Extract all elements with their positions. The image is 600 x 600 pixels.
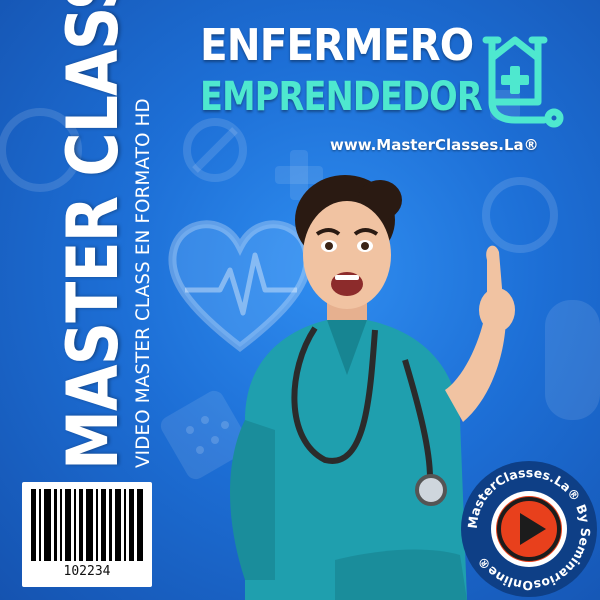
headline-line-2: EMPRENDEDOR — [200, 74, 483, 120]
product-cover: MASTER CLASS VIDEO MASTER CLASS EN FORMA… — [0, 0, 600, 600]
headline: ENFERMERO EMPRENDEDOR — [200, 20, 483, 120]
barcode: 102234 — [22, 482, 152, 587]
masterclasses-play-badge: MasterClasses.La® By SeminariosOnline® — [461, 461, 597, 597]
nurse-house-logo-icon — [482, 36, 564, 128]
website-url: www.MasterClasses.La® — [330, 136, 539, 154]
barcode-bars-icon — [31, 489, 143, 561]
barcode-number: 102234 — [63, 564, 111, 579]
headline-line-1: ENFERMERO — [200, 20, 474, 71]
vertical-subtitle: VIDEO MASTER CLASS EN FORMATO HD — [132, 98, 154, 468]
vertical-title-panel: MASTER CLASS VIDEO MASTER CLASS EN FORMA… — [0, 0, 170, 480]
vertical-title: MASTER CLASS — [52, 0, 134, 470]
